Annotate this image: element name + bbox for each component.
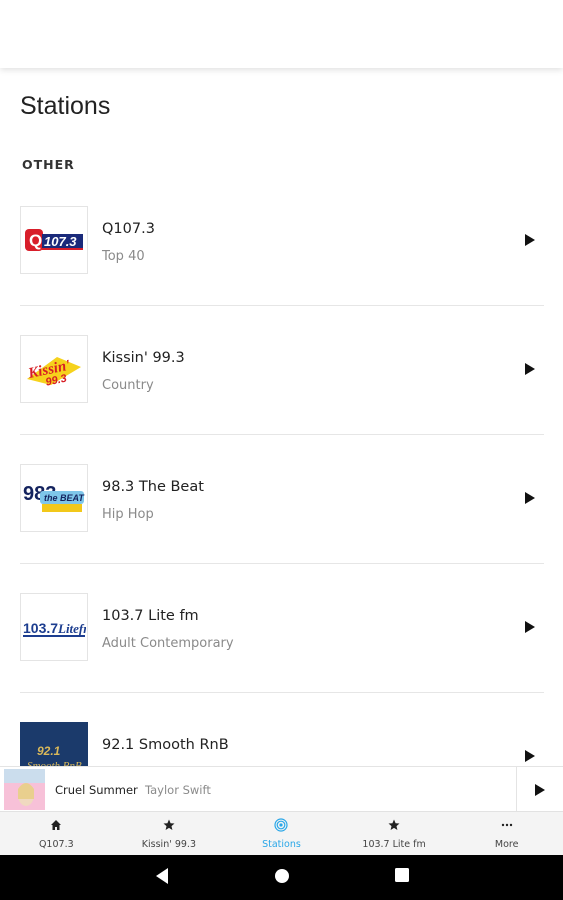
system-nav-bar — [0, 855, 563, 900]
play-icon[interactable] — [524, 491, 538, 507]
tab-more[interactable]: More — [450, 812, 563, 855]
play-icon[interactable] — [524, 620, 538, 636]
station-name: 103.7 Lite fm — [102, 608, 199, 624]
play-icon[interactable] — [524, 749, 538, 765]
divider — [516, 767, 517, 812]
station-row[interactable]: 983 the BEAT 98.3 The Beat Hip Hop — [20, 435, 544, 564]
top-app-bar — [0, 0, 563, 68]
svg-text:Litefm: Litefm — [57, 621, 86, 636]
tab-label: Kissin' 99.3 — [141, 839, 196, 850]
tab-1037-lite-fm[interactable]: 103.7 Lite fm — [338, 812, 451, 855]
station-row[interactable]: Kissin' 99.3 Kissin' 99.3 Country — [20, 306, 544, 435]
station-name: Kissin' 99.3 — [102, 350, 185, 366]
station-row[interactable]: Q 107.3 Q107.3 Top 40 — [20, 177, 544, 306]
now-playing-artist: Taylor Swift — [145, 783, 211, 797]
station-genre: Hip Hop — [102, 507, 154, 522]
station-name: 92.1 Smooth RnB — [102, 737, 229, 753]
bottom-tab-bar: Q107.3 Kissin' 99.3 Stations 103.7 Lite … — [0, 811, 563, 855]
tab-q1073[interactable]: Q107.3 — [0, 812, 113, 855]
station-genre: Country — [102, 378, 154, 393]
station-row[interactable]: 103.7 Litefm 103.7 Lite fm Adult Contemp… — [20, 564, 544, 693]
svg-text:103.7: 103.7 — [23, 620, 58, 636]
station-genre: Adult Contemporary — [102, 636, 234, 651]
station-genre: Top 40 — [102, 249, 145, 264]
q1073-logo: Q 107.3 — [20, 206, 88, 274]
home-icon — [50, 818, 62, 832]
tab-label: More — [494, 839, 519, 850]
tab-label: 103.7 Lite fm — [362, 839, 426, 850]
home-nav-icon[interactable] — [273, 867, 291, 890]
tab-label: Stations — [262, 839, 301, 850]
play-icon[interactable] — [534, 783, 546, 802]
station-list: Q 107.3 Q107.3 Top 40 Kissin' 99.3 Kissi… — [20, 177, 544, 822]
section-label: OTHER — [22, 157, 75, 172]
station-name: Q107.3 — [102, 221, 155, 237]
svg-text:107.3: 107.3 — [44, 234, 77, 249]
station-name: 98.3 The Beat — [102, 479, 204, 495]
page-title: Stations — [20, 92, 111, 120]
play-icon[interactable] — [524, 233, 538, 249]
play-icon[interactable] — [524, 362, 538, 378]
1037-lite-fm-logo: 103.7 Litefm — [20, 593, 88, 661]
album-art — [4, 769, 45, 810]
svg-text:92.1: 92.1 — [37, 744, 61, 758]
radio-icon — [274, 818, 289, 832]
svg-text:Q: Q — [29, 231, 42, 250]
recents-icon[interactable] — [394, 867, 410, 888]
tab-stations[interactable]: Stations — [225, 812, 338, 855]
back-icon[interactable] — [154, 867, 170, 890]
star-icon — [388, 818, 400, 832]
tab-kissin-993[interactable]: Kissin' 99.3 — [113, 812, 226, 855]
now-playing-bar[interactable]: Cruel Summer Taylor Swift — [0, 766, 563, 812]
983-the-beat-logo: 983 the BEAT — [20, 464, 88, 532]
tab-label: Q107.3 — [38, 839, 74, 850]
svg-text:the BEAT: the BEAT — [44, 493, 85, 503]
kissin-993-logo: Kissin' 99.3 — [20, 335, 88, 403]
more-icon — [501, 818, 513, 832]
star-icon — [163, 818, 175, 832]
now-playing-title: Cruel Summer — [55, 783, 138, 797]
